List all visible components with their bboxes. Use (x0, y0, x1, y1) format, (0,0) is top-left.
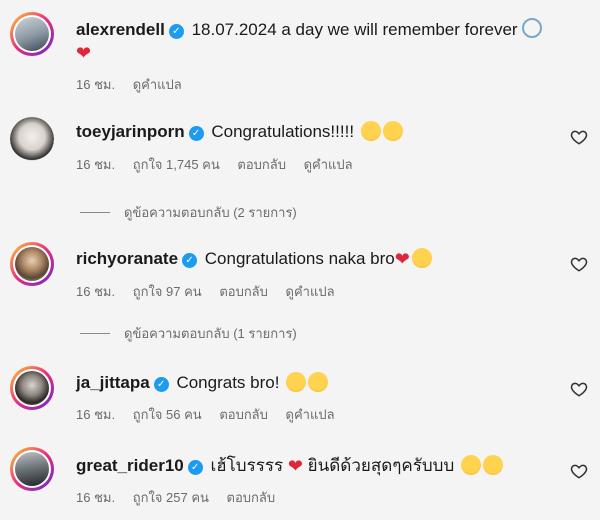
like-count[interactable]: ถูกใจ 56 คน (133, 407, 202, 422)
red-heart-emoji-icon: ❤ (394, 249, 410, 269)
red-heart-emoji-icon: ❤ (287, 456, 303, 476)
translate-link[interactable]: ดูคำแปล (304, 157, 353, 172)
comment-text: Congrats bro! (176, 373, 280, 392)
party-face-emoji-icon (411, 248, 432, 268)
username[interactable]: ja_jittapa (76, 373, 150, 392)
reply-button[interactable]: ตอบกลับ (219, 284, 268, 299)
timestamp: 16 ชม. (76, 407, 116, 422)
heart-outline-icon[interactable] (570, 128, 588, 146)
translate-link[interactable]: ดูคำแปล (286, 407, 335, 422)
red-heart-emoji-icon: ❤ (76, 43, 92, 63)
verified-badge-icon: ✓ (182, 253, 198, 268)
divider (80, 333, 110, 334)
verified-badge-icon: ✓ (188, 126, 204, 141)
timestamp: 16 ชม. (76, 157, 116, 172)
smiling-face-with-hearts-emoji-icon (286, 372, 307, 392)
verified-badge-icon: ✓ (153, 377, 169, 392)
divider (80, 212, 110, 213)
view-replies-button[interactable]: ดูข้อความตอบกลับ (2 รายการ) (80, 202, 297, 223)
translate-link[interactable]: ดูคำแปล (133, 77, 182, 92)
username[interactable]: richyoranate (76, 249, 178, 268)
translate-link[interactable]: ดูคำแปล (286, 284, 335, 299)
comment-text: Congratulations naka bro (204, 249, 395, 268)
avatar[interactable] (10, 117, 54, 161)
reply-button[interactable]: ตอบกลับ (219, 407, 268, 422)
verified-badge-icon: ✓ (187, 460, 203, 475)
username[interactable]: alexrendell (76, 20, 165, 39)
avatar[interactable] (10, 366, 54, 410)
avatar[interactable] (10, 12, 54, 56)
hugging-face-emoji-icon (483, 455, 503, 475)
pleading-face-emoji-icon (461, 455, 481, 475)
reply-button[interactable]: ตอบกลับ (227, 490, 276, 505)
timestamp: 16 ชม. (76, 490, 116, 505)
avatar[interactable] (10, 447, 54, 491)
username[interactable]: great_rider10 (76, 456, 184, 475)
username[interactable]: toeyjarinporn (76, 122, 185, 141)
like-count[interactable]: ถูกใจ 257 คน (133, 490, 209, 505)
comment-text-2: ยินดีด้วยสุดๆครับบบ (307, 456, 455, 475)
verified-badge-icon: ✓ (168, 24, 184, 39)
smiling-face-with-hearts-emoji-icon (308, 372, 329, 392)
like-count[interactable]: ถูกใจ 97 คน (133, 284, 202, 299)
comment-text: เฮ้โบรรรร (210, 456, 284, 475)
avatar[interactable] (10, 242, 54, 286)
smiling-face-emoji-icon (360, 121, 381, 141)
smiling-face-emoji-icon (382, 121, 403, 141)
view-replies-label: ดูข้อความตอบกลับ (2 รายการ) (124, 205, 297, 220)
reply-button[interactable]: ตอบกลับ (237, 157, 286, 172)
timestamp: 16 ชม. (76, 284, 116, 299)
comment-text: Congratulations!!!!! (211, 122, 355, 141)
ring-emoji-icon (521, 18, 542, 38)
timestamp: 16 ชม. (76, 77, 116, 92)
view-replies-button[interactable]: ดูข้อความตอบกลับ (1 รายการ) (80, 323, 297, 344)
comment-text: 18.07.2024 a day we will remember foreve… (191, 20, 518, 39)
heart-outline-icon[interactable] (570, 255, 588, 273)
view-replies-label: ดูข้อความตอบกลับ (1 รายการ) (124, 326, 297, 341)
like-count[interactable]: ถูกใจ 1,745 คน (133, 157, 220, 172)
heart-outline-icon[interactable] (570, 380, 588, 398)
heart-outline-icon[interactable] (570, 462, 588, 480)
